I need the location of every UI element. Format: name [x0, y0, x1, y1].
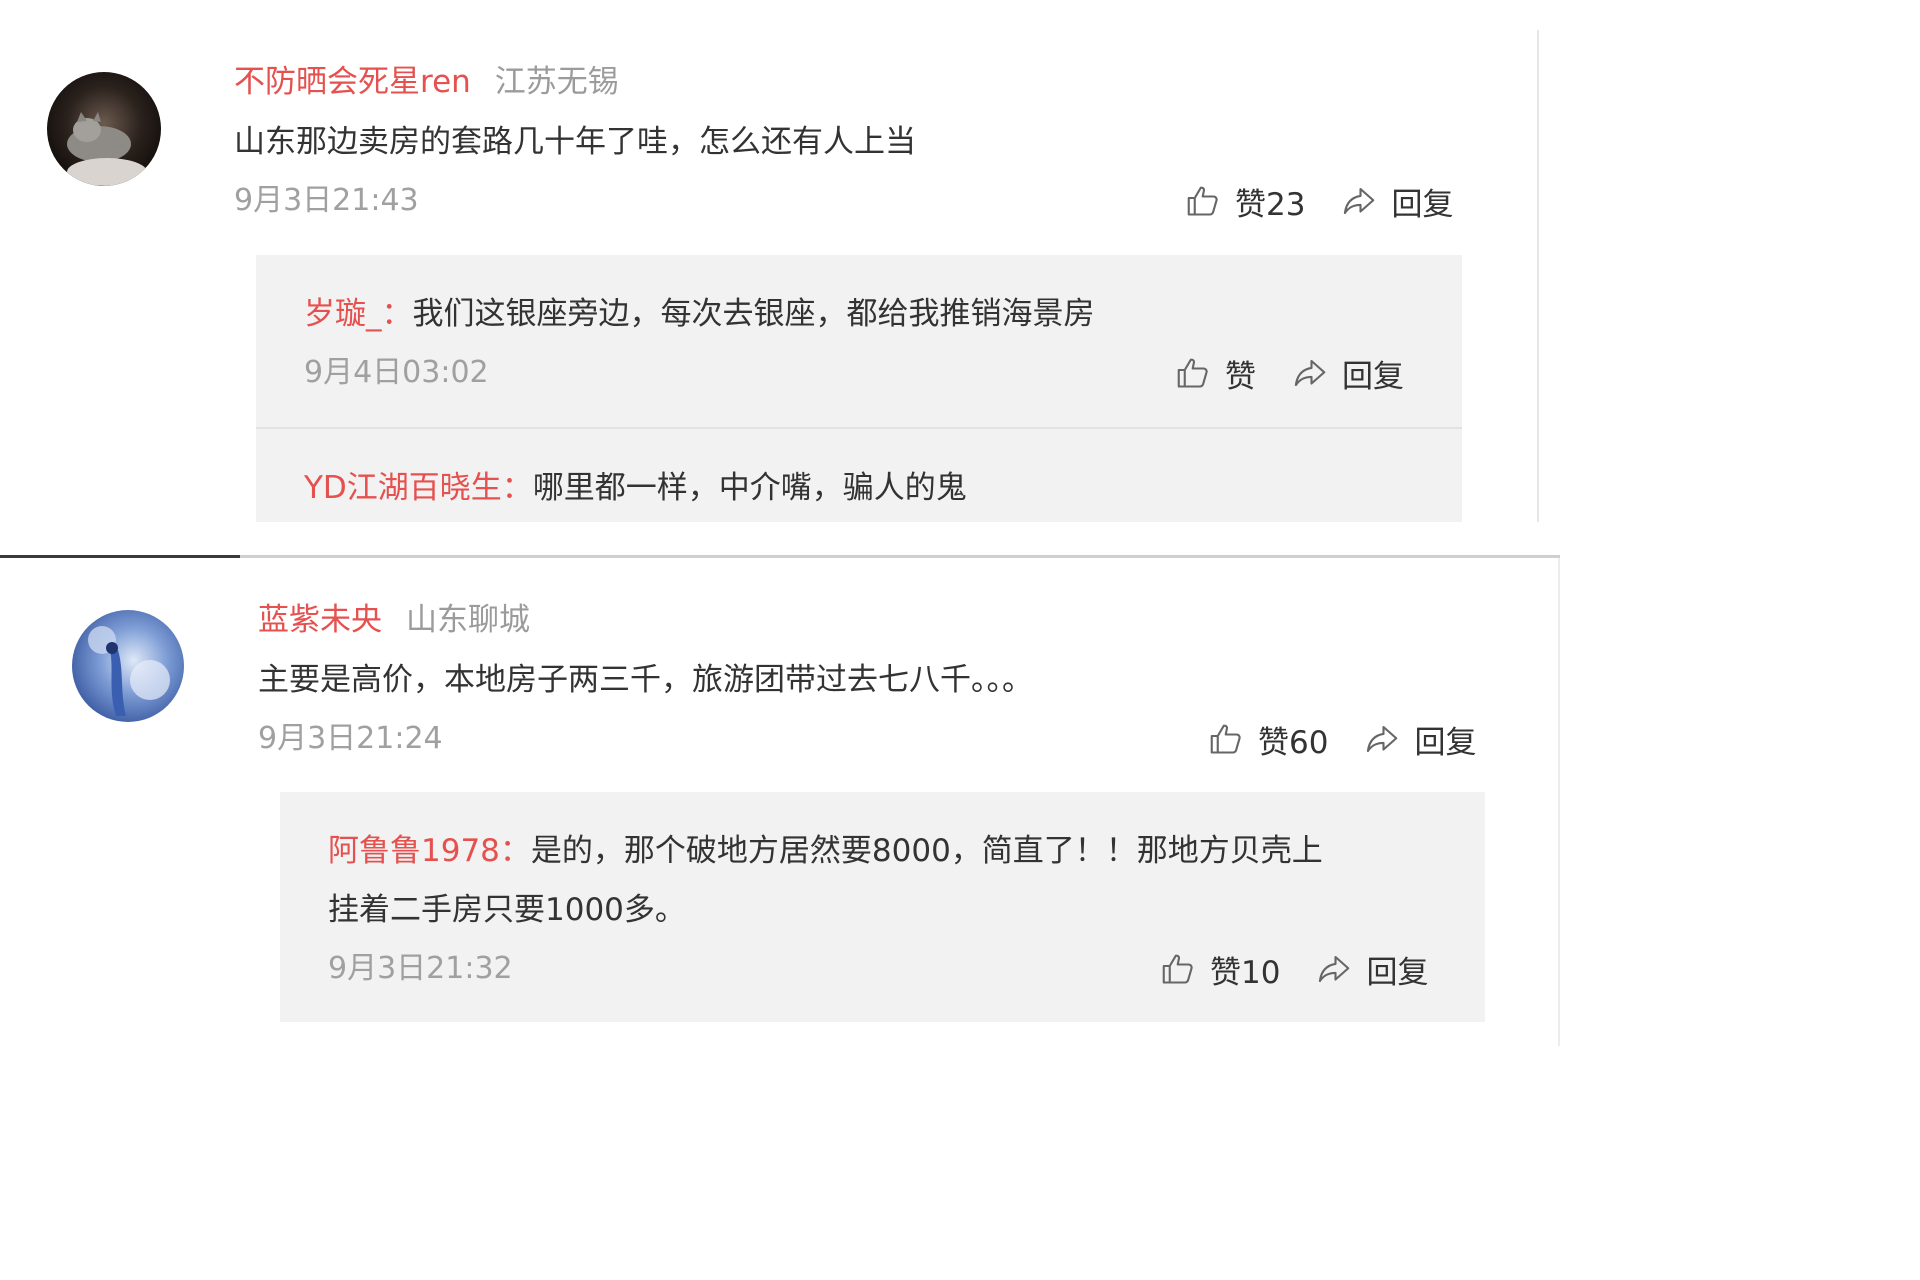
like-count: 赞	[1225, 358, 1256, 395]
comment-actions: 赞23 回复	[1185, 179, 1453, 224]
comment-text: 主要是高价，本地房子两三千，旅游团带过去七八千。。。	[258, 662, 1033, 698]
reply-text: 我们这银座旁边，每次去银座，都给我推销海景房	[412, 296, 1095, 332]
forward-arrow-icon	[1344, 187, 1375, 215]
like-count: 赞23	[1235, 186, 1306, 223]
forward-arrow-icon	[1294, 359, 1326, 387]
reply-button[interactable]: 回复	[1316, 947, 1428, 992]
comment-card: 不防晒会死星ren 江苏无锡 山东那边卖房的套路几十年了哇，怎么还有人上当 9月3…	[0, 0, 1568, 522]
reply-time: 9月4日03:02	[304, 355, 489, 390]
username[interactable]: 蓝紫未央	[258, 602, 382, 638]
scrollbar-track[interactable]	[1558, 558, 1560, 1046]
reply-item: 岁璇_：我们这银座旁边，每次去银座，都给我推销海景房	[304, 294, 1095, 334]
reply-button[interactable]: 回复	[1341, 179, 1453, 224]
reply-item: 阿鲁鲁1978：是的，那个破地方居然要8000，简直了！！那地方贝壳上	[328, 831, 1323, 871]
reply-button[interactable]: 回复	[1364, 717, 1476, 762]
reply-username[interactable]: 岁璇_：	[304, 296, 413, 332]
thumbs-up-icon	[1210, 724, 1241, 754]
comment-text: 山东那边卖房的套路几十年了哇，怎么还有人上当	[234, 124, 916, 160]
comment-card: 蓝紫未央 山东聊城 主要是高价，本地房子两三千，旅游团带过去七八千。。。 9月3日…	[0, 558, 1568, 1046]
forward-arrow-icon	[1319, 955, 1350, 983]
reply-button[interactable]: 回复	[1292, 351, 1404, 396]
reply-text: 哪里都一样，中介嘴，骗人的鬼	[532, 470, 967, 506]
like-button[interactable]: 赞60	[1208, 717, 1328, 762]
reply-label: 回复	[1342, 358, 1404, 395]
avatar[interactable]	[72, 610, 184, 722]
reply-text-continued: 挂着二手房只要1000多。	[328, 892, 686, 928]
avatar[interactable]	[47, 72, 161, 186]
reply-label: 回复	[1391, 186, 1454, 223]
reply-label: 回复	[1414, 724, 1477, 761]
scrollbar-track[interactable]	[1537, 30, 1539, 522]
location: 山东聊城	[406, 602, 530, 638]
reply-username[interactable]: YD江湖百晓生：	[304, 470, 533, 506]
reply-label: 回复	[1366, 954, 1429, 991]
reply-actions: 赞10 回复	[1160, 947, 1428, 992]
comment-time: 9月3日21:43	[234, 183, 419, 218]
divider	[256, 427, 1462, 429]
reply-text: 是的，那个破地方居然要8000，简直了！！那地方贝壳上	[530, 833, 1323, 869]
like-button[interactable]: 赞	[1175, 351, 1256, 396]
reply-time: 9月3日21:32	[328, 951, 513, 986]
reply-item: YD江湖百晓生：哪里都一样，中介嘴，骗人的鬼	[304, 468, 967, 508]
thumbs-up-icon	[1162, 954, 1193, 984]
reply-username[interactable]: 阿鲁鲁1978：	[328, 833, 531, 869]
reply-actions: 赞 回复	[1175, 351, 1404, 396]
like-count: 赞10	[1210, 954, 1281, 991]
like-count: 赞60	[1258, 724, 1329, 761]
location: 江苏无锡	[494, 64, 619, 100]
comment-time: 9月3日21:24	[258, 721, 443, 756]
comment-header: 不防晒会死星ren 江苏无锡	[234, 62, 619, 102]
username[interactable]: 不防晒会死星ren	[234, 64, 471, 100]
like-button[interactable]: 赞23	[1185, 179, 1305, 224]
forward-arrow-icon	[1367, 725, 1398, 753]
comment-actions: 赞60 回复	[1208, 717, 1476, 762]
comment-header: 蓝紫未央 山东聊城	[258, 600, 530, 640]
thumbs-up-icon	[1177, 358, 1208, 388]
like-button[interactable]: 赞10	[1160, 947, 1280, 992]
thumbs-up-icon	[1187, 186, 1218, 216]
